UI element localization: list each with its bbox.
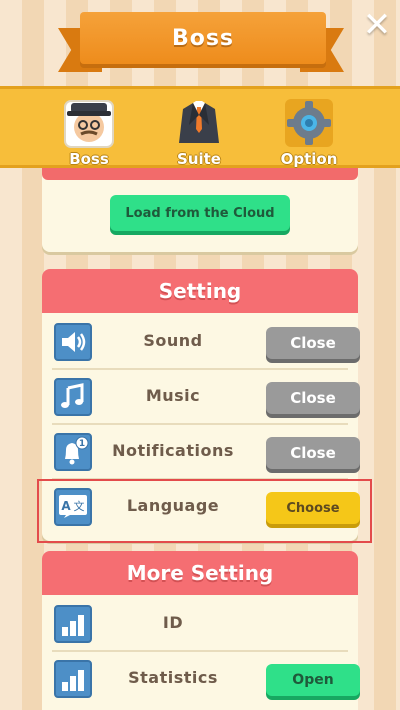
bell-icon: 1 [54, 433, 92, 471]
gear-icon [285, 99, 333, 147]
statistics-label: Statistics [128, 668, 218, 687]
id-label: ID [162, 613, 184, 632]
music-toggle-button[interactable]: Close [266, 382, 360, 414]
boss-portrait-icon [64, 100, 114, 148]
tab-option[interactable]: Option [264, 93, 354, 169]
panel-top-strip [42, 168, 358, 180]
close-icon[interactable]: ✕ [360, 8, 394, 42]
music-note-icon [54, 378, 92, 416]
sound-label: Sound [143, 331, 203, 350]
bar-chart-icon [54, 660, 92, 698]
setting-title: Setting [42, 269, 358, 313]
bar-chart-icon [54, 605, 92, 643]
language-row-highlight [37, 479, 372, 543]
more-setting-title: More Setting [42, 551, 358, 595]
statistics-open-button[interactable]: Open [266, 664, 360, 696]
notifications-label: Notifications [112, 441, 234, 460]
notifications-toggle-button[interactable]: Close [266, 437, 360, 469]
setting-row-music: Music Close [52, 370, 360, 425]
music-label: Music [145, 386, 201, 405]
tab-option-label: Option [280, 150, 338, 168]
more-setting-row-id: ID [52, 597, 348, 652]
sound-toggle-button[interactable]: Close [266, 327, 360, 359]
notification-badge: 1 [79, 439, 85, 449]
suit-icon [179, 101, 219, 143]
setting-row-notifications: 1 Notifications Close [52, 425, 360, 480]
page-title: Boss [80, 12, 326, 64]
tab-boss-label: Boss [69, 150, 109, 168]
tab-bar: Boss Suite Option [0, 86, 400, 168]
setting-row-sound: Sound Close [52, 315, 360, 370]
load-from-cloud-button[interactable]: Load from the Cloud [110, 195, 290, 231]
more-setting-panel: More Setting ID Statistics Open [42, 551, 360, 710]
tab-suite-label: Suite [177, 150, 221, 168]
tab-suite[interactable]: Suite [154, 93, 244, 169]
tab-boss[interactable]: Boss [44, 93, 134, 169]
more-setting-row-statistics: Statistics Open [52, 652, 360, 707]
speaker-icon [54, 323, 92, 361]
